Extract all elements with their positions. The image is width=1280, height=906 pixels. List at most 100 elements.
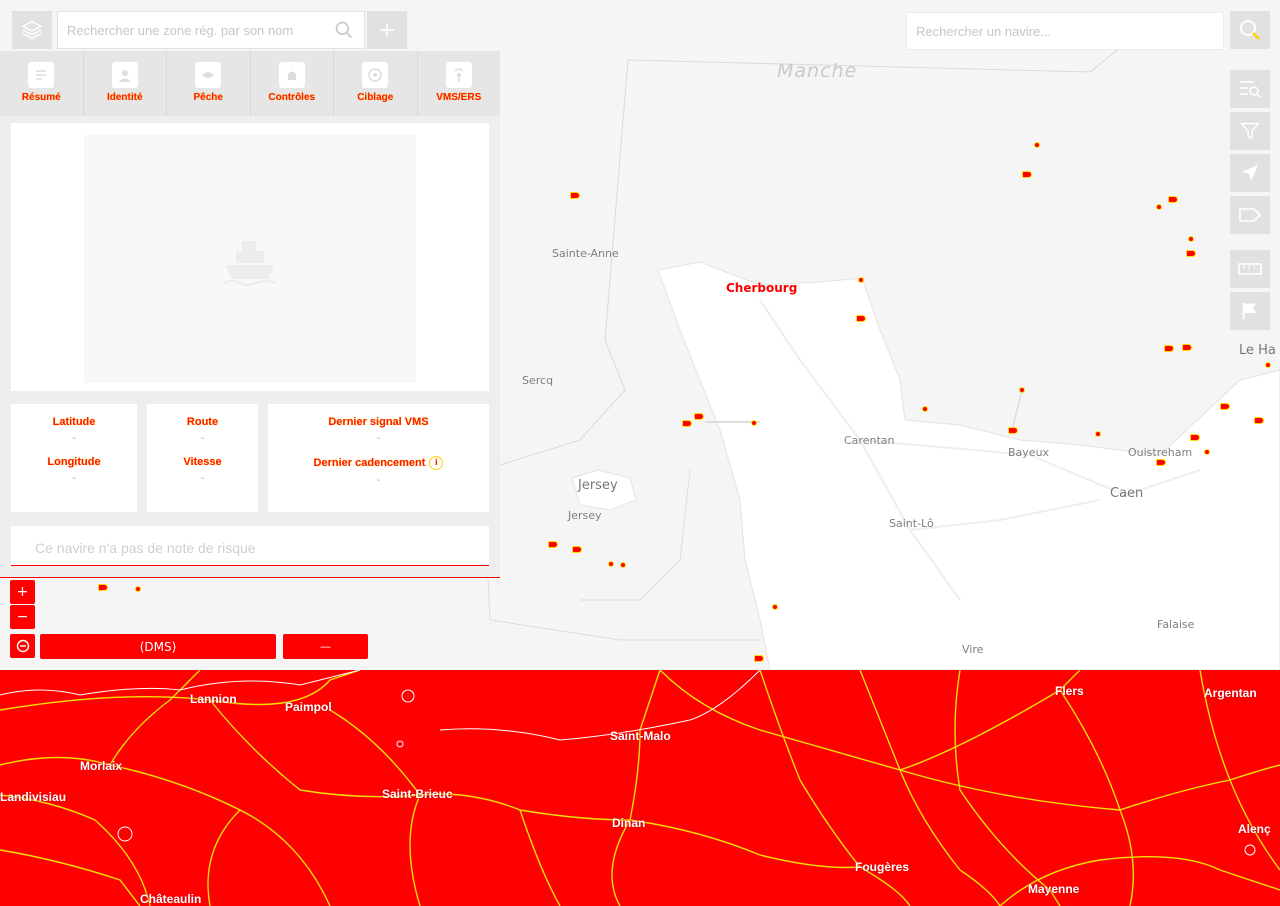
- vessel-marker[interactable]: [1156, 459, 1166, 466]
- layers-icon: [21, 20, 43, 40]
- overlay-label-lannion: Lannion: [190, 692, 237, 706]
- overlay-label-saint-brieuc: Saint-Brieuc: [382, 787, 453, 801]
- vessel-marker[interactable]: [1168, 196, 1178, 203]
- add-zone-button[interactable]: [367, 11, 407, 49]
- map-label-ouistreham: Ouistreham: [1128, 446, 1193, 459]
- map-label-falaise: Falaise: [1157, 618, 1195, 631]
- vessel-marker[interactable]: [572, 546, 582, 553]
- overlay-label-landivisiau: Landivisiau: [0, 790, 67, 804]
- tab-controls[interactable]: Contrôles: [251, 51, 334, 116]
- map-label-saint-lo: Saint-Lô: [889, 517, 934, 530]
- vessel-marker[interactable]: [1186, 250, 1196, 257]
- speed-value: -: [200, 471, 205, 484]
- zone-search-input[interactable]: [58, 22, 324, 38]
- tab-vms-ers[interactable]: VMS/ERS: [418, 51, 501, 116]
- map-label-cherbourg: Cherbourg: [726, 281, 798, 295]
- vessel-visibility-button[interactable]: [1230, 154, 1270, 192]
- vessel-marker[interactable]: [856, 315, 866, 322]
- vessel-marker[interactable]: [98, 584, 108, 591]
- mouse-coordinates[interactable]: (DMS): [40, 634, 276, 659]
- vessel-marker[interactable]: [1022, 171, 1032, 178]
- layers-button[interactable]: [12, 11, 52, 49]
- zoom-out-button[interactable]: −: [10, 605, 35, 629]
- vessel-marker[interactable]: [1182, 344, 1192, 351]
- signal-card: Dernier signal VMS - Dernier cadencement…: [268, 404, 489, 512]
- map-scale: —: [283, 634, 368, 659]
- vessel-marker[interactable]: [1156, 204, 1162, 210]
- search-icon[interactable]: [324, 20, 364, 40]
- vessel-marker[interactable]: [1019, 387, 1025, 393]
- interest-point-button[interactable]: [1230, 292, 1270, 330]
- last-cadence-value: -: [376, 473, 381, 486]
- overlay-label-chateaulin: Châteaulin: [140, 892, 202, 906]
- identity-icon: [111, 62, 138, 88]
- vessel-marker[interactable]: [548, 541, 558, 548]
- tab-label: Identité: [106, 92, 143, 103]
- vessel-marker[interactable]: [1254, 417, 1264, 424]
- map-label-sainte-anne: Sainte-Anne: [552, 247, 619, 260]
- vessel-labels-button[interactable]: [1230, 196, 1270, 234]
- vessel-marker[interactable]: [922, 406, 928, 412]
- tab-label: VMS/ERS: [436, 92, 482, 103]
- vessel-marker[interactable]: [694, 413, 704, 420]
- longitude-value: -: [72, 471, 76, 484]
- vessel-marker[interactable]: [682, 420, 692, 427]
- vessel-marker[interactable]: [1188, 236, 1194, 242]
- ruler-icon: [1238, 263, 1262, 275]
- overlay-label-fougeres: Fougères: [855, 860, 910, 874]
- tab-fishing[interactable]: Pêche: [167, 51, 251, 116]
- map-label-vire: Vire: [962, 643, 984, 656]
- vessel-marker[interactable]: [1034, 142, 1040, 148]
- navigation-icon: [1241, 164, 1259, 182]
- vessel-search-button[interactable]: [1230, 11, 1270, 49]
- target-icon: [362, 62, 389, 88]
- vessel-marker[interactable]: [754, 655, 764, 662]
- filter-button[interactable]: [1230, 112, 1270, 150]
- vessel-marker[interactable]: [1190, 434, 1200, 441]
- zoom-in-button[interactable]: +: [10, 580, 35, 604]
- last-signal-label: Dernier signal VMS: [328, 416, 429, 428]
- tab-label: Résumé: [21, 92, 61, 103]
- vessel-marker[interactable]: [620, 562, 626, 568]
- tab-target[interactable]: Ciblage: [334, 51, 418, 116]
- vessel-marker[interactable]: [1220, 403, 1230, 410]
- fishing-icon: [195, 62, 222, 88]
- tab-label: Contrôles: [268, 92, 316, 103]
- map-label-jersey-small: Jersey: [568, 509, 602, 522]
- filter-icon: [1240, 122, 1260, 140]
- overlay-label-saint-malo: Saint-Malo: [610, 729, 671, 743]
- info-icon[interactable]: i: [429, 456, 444, 470]
- vessel-marker[interactable]: [1095, 431, 1101, 437]
- last-signal-value: -: [376, 431, 381, 444]
- tab-identity[interactable]: Identité: [84, 51, 167, 116]
- tab-summary[interactable]: Résumé: [0, 51, 84, 116]
- vessel-position-info: Latitude - Longitude - Route - Vitesse -…: [11, 404, 489, 512]
- lat-lon-card: Latitude - Longitude -: [11, 404, 137, 512]
- last-cadence-label: Dernier cadencement: [313, 457, 426, 469]
- overlay-label-argentan: Argentan: [1204, 686, 1257, 700]
- vessel-marker[interactable]: [751, 420, 757, 426]
- tab-label: Pêche: [193, 92, 223, 103]
- vessel-list-button[interactable]: [1230, 70, 1270, 108]
- vessel-marker[interactable]: [1265, 362, 1271, 368]
- vessel-marker[interactable]: [1164, 345, 1174, 352]
- vessel-marker[interactable]: [608, 561, 614, 567]
- vessel-marker[interactable]: [570, 192, 580, 199]
- vessel-marker[interactable]: [772, 604, 778, 610]
- vessel-marker[interactable]: [1204, 449, 1210, 455]
- overlay-label-mayenne: Mayenne: [1028, 882, 1080, 896]
- latitude-value: -: [72, 431, 76, 444]
- vessel-marker[interactable]: [135, 586, 141, 592]
- vessel-sidebar: Résumé Identité Pêche Contrôles Ciblage …: [0, 51, 500, 578]
- map-label-carentan: Carentan: [844, 434, 895, 447]
- speed-label: Vitesse: [183, 456, 222, 468]
- vessel-marker[interactable]: [858, 277, 864, 283]
- vessel-search-box: [906, 12, 1224, 50]
- vessel-marker[interactable]: [1008, 427, 1018, 434]
- vessel-search-input[interactable]: [907, 13, 1223, 49]
- coordinates-format-button[interactable]: [10, 634, 35, 658]
- map-label-jersey: Jersey: [578, 478, 618, 493]
- ship-icon: [223, 241, 277, 286]
- measurement-button[interactable]: [1230, 250, 1270, 288]
- summary-icon: [28, 62, 55, 88]
